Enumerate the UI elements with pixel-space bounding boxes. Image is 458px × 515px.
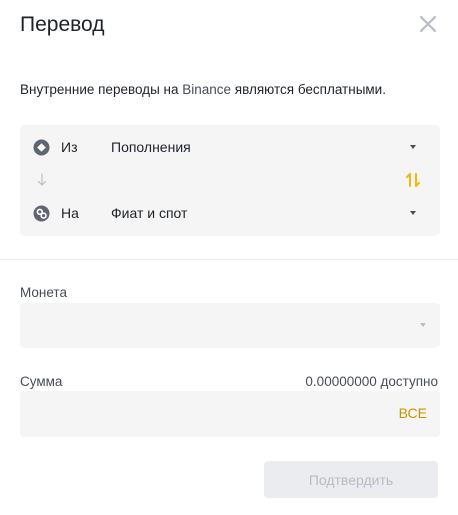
spot-wallet-icon [33,205,50,222]
confirm-button[interactable]: Подтвердить [264,461,438,498]
chevron-down-icon [420,323,426,327]
coin-label: Монета [20,285,67,300]
transfer-wallets-panel: Из Пополнения На Фиат и спот [20,125,440,236]
amount-label: Сумма [20,374,63,389]
arrow-down-icon [37,173,47,187]
notice-brand: Binance [182,82,232,97]
swap-icon[interactable] [406,172,420,188]
to-label: На [61,205,79,221]
section-divider [0,259,458,260]
notice-prefix: Внутренние переводы на [20,82,183,97]
amount-field: ВСЕ [20,391,440,437]
dialog-header: Перевод [20,10,438,42]
close-icon[interactable] [418,14,438,34]
from-label: Из [61,139,78,155]
coin-select[interactable] [20,303,440,348]
from-wallet-select[interactable]: Из Пополнения [20,134,440,160]
free-transfer-notice: Внутренние переводы на Binance являются … [20,82,386,97]
to-wallet-select[interactable]: На Фиат и спот [20,200,440,226]
chevron-down-icon [410,211,416,215]
max-button[interactable]: ВСЕ [399,405,427,421]
amount-input[interactable] [20,391,380,437]
funding-wallet-icon [33,139,50,156]
notice-suffix: являются бесплатными. [231,82,386,97]
to-wallet-value: Фиат и спот [111,205,188,221]
available-balance: 0.00000000 доступно [305,374,438,389]
chevron-down-icon [410,145,416,149]
dialog-title: Перевод [20,13,105,36]
from-wallet-value: Пополнения [111,139,191,155]
